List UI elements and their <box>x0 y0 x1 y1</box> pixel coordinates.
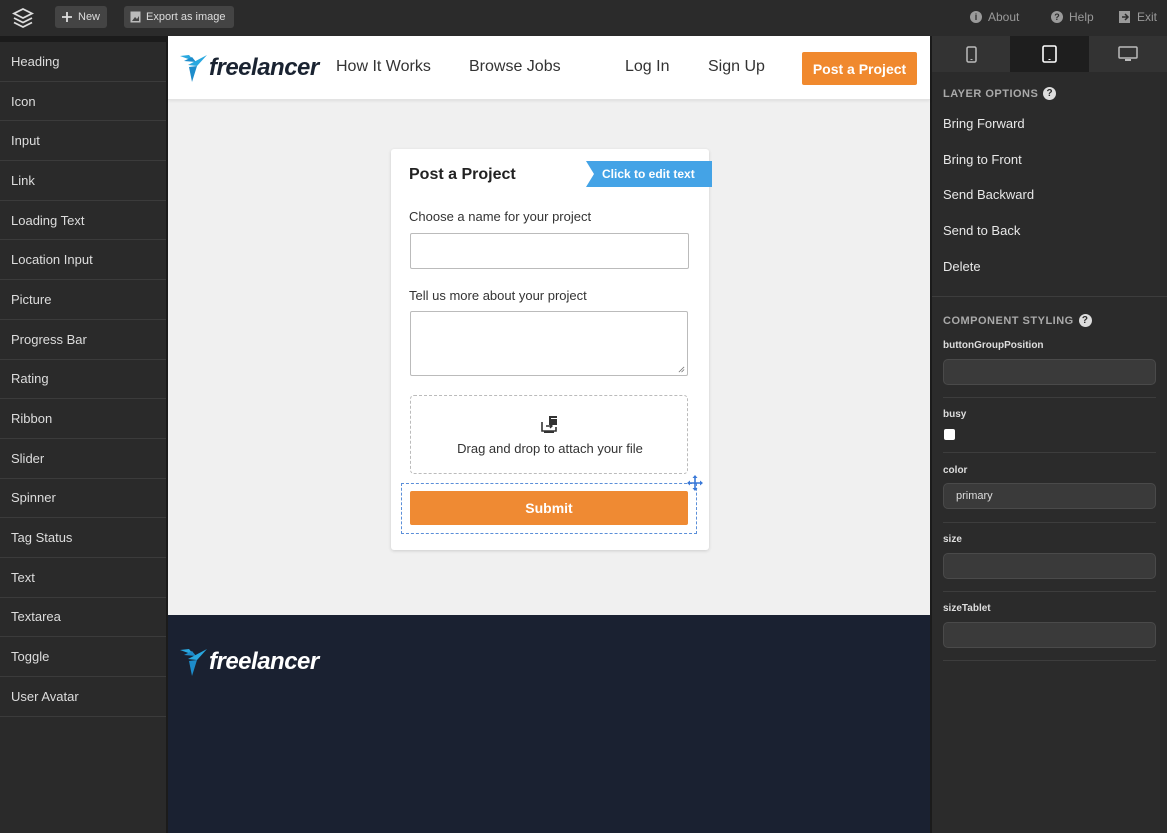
palette-item-tag-status[interactable]: Tag Status <box>0 518 166 558</box>
component-styling-heading: COMPONENT STYLING ? <box>943 314 1092 327</box>
component-palette: Heading Icon Input Link Loading Text Loc… <box>0 42 166 833</box>
palette-item-user-avatar[interactable]: User Avatar <box>0 677 166 717</box>
nav-browse-jobs[interactable]: Browse Jobs <box>469 58 561 76</box>
export-image-button[interactable]: Export as image <box>124 6 234 28</box>
new-button[interactable]: New <box>55 6 107 28</box>
palette-item-loading-text[interactable]: Loading Text <box>0 201 166 241</box>
move-handle-icon[interactable] <box>687 475 703 491</box>
help-icon[interactable]: ? <box>1078 314 1092 327</box>
send-to-back-item[interactable]: Send to Back <box>943 223 1020 238</box>
nav-log-in[interactable]: Log In <box>625 58 669 76</box>
bring-to-front-item[interactable]: Bring to Front <box>943 152 1022 167</box>
send-backward-item[interactable]: Send Backward <box>943 187 1034 202</box>
busy-checkbox[interactable] <box>944 429 955 440</box>
size-tablet-input[interactable] <box>943 622 1156 648</box>
project-description-label: Tell us more about your project <box>409 288 587 303</box>
about-label: About <box>988 10 1020 24</box>
export-image-label: Export as image <box>146 11 226 23</box>
palette-item-input[interactable]: Input <box>0 121 166 162</box>
bring-forward-item[interactable]: Bring Forward <box>943 116 1025 131</box>
help-label: Help <box>1069 10 1094 24</box>
project-description-textarea[interactable] <box>410 311 688 376</box>
device-switcher <box>932 36 1167 72</box>
site-logo[interactable]: freelancer <box>180 53 319 83</box>
about-link[interactable]: i About <box>970 10 1019 24</box>
brand-text: freelancer <box>209 54 319 81</box>
size-input[interactable] <box>943 553 1156 579</box>
project-name-input[interactable] <box>410 233 689 269</box>
nav-sign-up[interactable]: Sign Up <box>708 58 765 76</box>
palette-item-toggle[interactable]: Toggle <box>0 637 166 677</box>
properties-panel: LAYER OPTIONS ? Bring Forward Bring to F… <box>932 36 1167 833</box>
palette-item-location-input[interactable]: Location Input <box>0 240 166 281</box>
card-title[interactable]: Post a Project <box>409 166 516 184</box>
resize-handle-icon[interactable] <box>678 366 685 373</box>
dropzone-text: Drag and drop to attach your file <box>457 441 643 456</box>
layer-options-title: LAYER OPTIONS <box>943 87 1039 100</box>
palette-item-link[interactable]: Link <box>0 161 166 201</box>
device-tablet-tab[interactable] <box>1010 36 1089 72</box>
project-name-label: Choose a name for your project <box>409 209 592 224</box>
attach-file-icon <box>541 416 557 433</box>
prop-divider <box>943 660 1156 661</box>
exit-icon <box>1119 11 1130 23</box>
palette-item-spinner[interactable]: Spinner <box>0 479 166 519</box>
mobile-icon <box>965 45 977 63</box>
bird-logo-icon <box>180 55 207 82</box>
exit-label: Exit <box>1137 10 1158 24</box>
site-navbar: freelancer How It Works Browse Jobs Log … <box>168 36 930 100</box>
exit-link[interactable]: Exit <box>1119 10 1157 24</box>
design-canvas[interactable]: freelancer How It Works Browse Jobs Log … <box>168 36 930 833</box>
size-tablet-label: sizeTablet <box>943 603 991 614</box>
prop-divider <box>943 397 1156 398</box>
footer-brand-text: freelancer <box>209 648 319 675</box>
footer-logo[interactable]: freelancer <box>180 647 319 677</box>
palette-item-picture[interactable]: Picture <box>0 280 166 320</box>
edit-text-ribbon[interactable]: Click to edit text <box>586 161 712 187</box>
button-group-position-input[interactable] <box>943 359 1156 385</box>
tablet-icon <box>1042 45 1057 63</box>
site-footer: freelancer <box>168 615 930 833</box>
palette-item-slider[interactable]: Slider <box>0 439 166 479</box>
color-input[interactable]: primary <box>943 483 1156 509</box>
palette-item-text[interactable]: Text <box>0 558 166 598</box>
prop-divider <box>943 522 1156 523</box>
desktop-icon <box>1118 46 1138 61</box>
layer-options-heading: LAYER OPTIONS ? <box>943 87 1057 100</box>
post-project-card: Post a Project Click to edit text Choose… <box>391 149 712 550</box>
palette-item-rating[interactable]: Rating <box>0 360 166 400</box>
delete-item[interactable]: Delete <box>943 259 981 274</box>
help-link[interactable]: ? Help <box>1051 10 1094 24</box>
section-divider <box>932 296 1167 297</box>
nav-how-it-works[interactable]: How It Works <box>336 58 431 76</box>
help-icon[interactable]: ? <box>1043 87 1057 100</box>
new-button-label: New <box>78 11 101 23</box>
palette-item-icon[interactable]: Icon <box>0 82 166 122</box>
busy-label: busy <box>943 409 967 420</box>
info-icon: i <box>970 11 982 23</box>
button-group-position-label: buttonGroupPosition <box>943 340 1044 351</box>
post-project-button[interactable]: Post a Project <box>802 52 917 85</box>
question-icon: ? <box>1051 11 1063 23</box>
submit-button[interactable]: Submit <box>410 491 688 525</box>
image-icon <box>130 11 141 23</box>
top-toolbar: New Export as image i About ? Help Exit <box>0 0 1167 36</box>
palette-item-progress-bar[interactable]: Progress Bar <box>0 320 166 360</box>
app-logo-icon[interactable] <box>12 7 34 29</box>
device-desktop-tab[interactable] <box>1088 36 1167 72</box>
plus-icon <box>62 12 72 22</box>
bird-logo-icon <box>180 649 207 676</box>
palette-item-ribbon[interactable]: Ribbon <box>0 399 166 439</box>
palette-item-heading[interactable]: Heading <box>0 42 166 82</box>
palette-item-textarea[interactable]: Textarea <box>0 598 166 638</box>
color-label: color <box>943 465 968 476</box>
prop-divider <box>943 452 1156 453</box>
size-label: size <box>943 534 962 545</box>
prop-divider <box>943 591 1156 592</box>
device-mobile-tab[interactable] <box>932 36 1011 72</box>
file-dropzone[interactable]: Drag and drop to attach your file <box>410 395 688 474</box>
component-styling-title: COMPONENT STYLING <box>943 314 1074 327</box>
